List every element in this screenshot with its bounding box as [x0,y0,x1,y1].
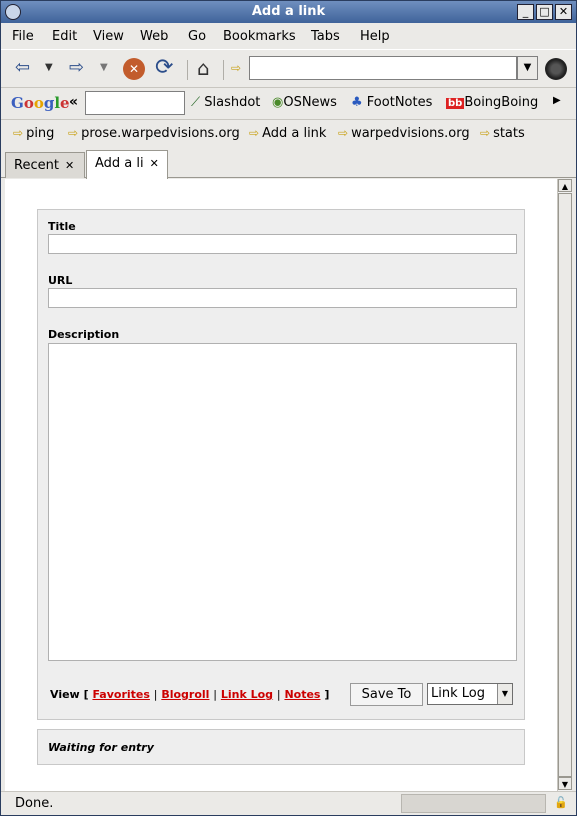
progress-area [401,794,546,813]
bookmark-add-a-link[interactable]: ⇨ Add a link [249,126,326,141]
window-title: Add a link [251,4,326,19]
bracket-open: [ [83,688,89,701]
link-separator: | [213,688,217,701]
home-icon[interactable]: ⌂ [197,56,210,80]
minimize-button[interactable]: _ [517,4,534,20]
bracket-close: ] [324,688,330,701]
scroll-down-arrow-icon[interactable]: ▼ [558,777,572,790]
favorites-link[interactable]: Favorites [92,688,149,701]
save-to-button[interactable]: Save To [350,683,423,706]
chevron-down-icon[interactable]: ▼ [497,684,512,704]
bookmark-arrow-icon: ⇨ [338,126,349,140]
boingboing-icon: bb [446,98,465,109]
navigation-toolbar: ⇦ ▼ ⇨ ▼ ✕ ⟳ ⌂ ⇨ ▼ [1,49,576,87]
menu-help[interactable]: Help [360,29,390,44]
menu-bookmarks[interactable]: Bookmarks [223,29,296,44]
tab-recent[interactable]: Recent ✕ [5,152,85,178]
save-target-value: Link Log [431,686,485,701]
scrollbar-thumb[interactable] [558,193,572,777]
bookmark-arrow-icon: ⇨ [480,126,491,140]
url-label: URL [48,274,73,287]
tab-add-a-link[interactable]: Add a li ✕ [86,150,168,179]
stop-icon[interactable]: ✕ [123,58,145,80]
throbber-icon [545,58,567,80]
bookmark-arrow-icon: ⇨ [68,126,79,140]
search-toolbar: Google « ⟋ Slashdot ◉OSNews ♣ FootNotes … [1,87,576,118]
back-history-dropdown-icon[interactable]: ▼ [45,56,53,80]
osnews-icon: ◉ [272,95,284,110]
status-bar: Done. 🔓 [1,791,576,815]
add-link-form: Title URL Description View [ Favorites |… [37,209,525,720]
notes-link[interactable]: Notes [284,688,320,701]
tab-bar: Recent ✕ Add a li ✕ [1,149,576,179]
link-separator: | [153,688,158,701]
maximize-button[interactable]: □ [536,4,553,20]
browser-window: Add a link _ □ ✕ File Edit View Web Go B… [0,0,577,816]
forward-arrow-icon[interactable]: ⇨ [69,56,84,80]
bookmark-warpedvisions[interactable]: ⇨ warpedvisions.org [338,126,470,141]
search-chevron-icon[interactable]: « [69,94,78,110]
footnotes-icon: ♣ [351,95,363,110]
menu-edit[interactable]: Edit [52,29,77,44]
title-input[interactable] [48,234,517,254]
title-label: Title [48,220,76,233]
back-arrow-icon[interactable]: ⇦ [15,56,30,80]
bookmark-footnotes[interactable]: ♣ FootNotes [351,95,432,110]
google-search-input[interactable] [85,91,185,115]
menu-web[interactable]: Web [140,29,168,44]
menu-view[interactable]: View [93,29,124,44]
security-lock-icon[interactable]: 🔓 [554,796,568,810]
status-text: Done. [15,796,54,811]
entry-status-message: Waiting for entry [48,741,154,754]
close-button[interactable]: ✕ [555,4,572,20]
url-history-dropdown-icon[interactable]: ▼ [517,56,538,80]
view-label: View [50,688,80,701]
title-bar[interactable]: Add a link _ □ ✕ [1,1,576,23]
blogroll-link[interactable]: Blogroll [161,688,209,701]
view-links: View [ Favorites | Blogroll | Link Log |… [50,688,329,701]
bookmark-arrow-icon: ⇨ [249,126,260,140]
description-label: Description [48,328,120,341]
save-target-select[interactable]: Link Log ▼ [427,683,513,705]
scroll-up-arrow-icon[interactable]: ▲ [558,179,572,192]
page-content: Title URL Description View [ Favorites |… [5,179,557,791]
menu-file[interactable]: File [12,29,34,44]
bookmark-arrow-icon: ⇨ [13,126,24,140]
bookmark-slashdot[interactable]: ⟋ Slashdot [191,95,260,110]
bookmark-ping[interactable]: ⇨ ping [13,126,54,141]
link-log-link[interactable]: Link Log [221,688,273,701]
bookmark-boingboing[interactable]: bb BoingBoing [446,95,538,110]
link-separator: | [276,688,281,701]
menu-go[interactable]: Go [188,29,206,44]
url-input[interactable] [249,56,517,80]
menu-tabs[interactable]: Tabs [311,29,340,44]
page-bookmark-icon: ⇨ [231,61,242,75]
url-field[interactable] [48,288,517,308]
toolbar-separator [223,60,224,80]
description-textarea[interactable] [48,343,517,661]
bookmark-osnews[interactable]: ◉OSNews [272,95,337,110]
slashdot-icon: ⟋ [191,95,201,110]
menu-bar: File Edit View Web Go Bookmarks Tabs Hel… [1,24,576,49]
google-logo[interactable]: Google [11,94,70,112]
forward-history-dropdown-icon[interactable]: ▼ [100,56,108,80]
toolbar-overflow-arrow-icon[interactable]: ▶ [553,95,561,106]
vertical-scrollbar[interactable]: ▲ ▼ [557,179,572,791]
close-tab-icon[interactable]: ✕ [150,157,159,170]
bookmark-stats[interactable]: ⇨ stats [480,126,525,141]
reload-icon[interactable]: ⟳ [155,56,173,80]
bookmarks-toolbar: ⇨ ping ⇨ prose.warpedvisions.org ⇨ Add a li… [1,119,576,149]
toolbar-separator [187,60,188,80]
close-tab-icon[interactable]: ✕ [65,159,74,172]
entry-status-box: Waiting for entry [37,729,525,765]
bookmark-prose[interactable]: ⇨ prose.warpedvisions.org [68,126,240,141]
